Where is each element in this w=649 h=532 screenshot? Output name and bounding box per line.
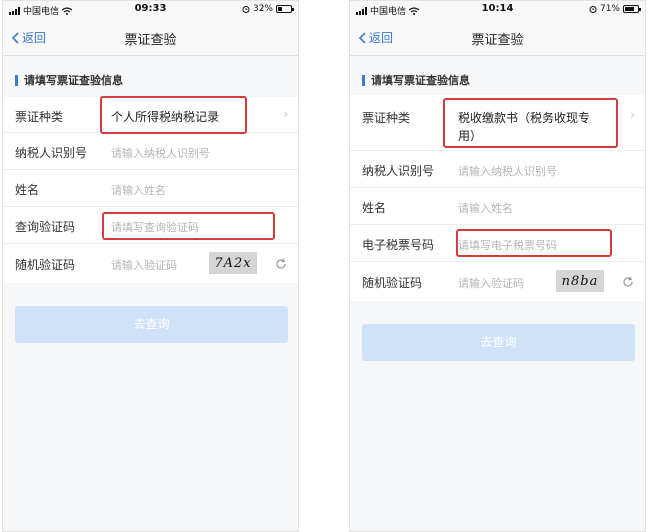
random-code-input[interactable]: 请输入验证码	[111, 257, 177, 273]
highlight-ticket-type	[443, 98, 618, 148]
section-accent-bar	[15, 74, 18, 86]
row-name: 姓名 请输入姓名	[350, 188, 645, 225]
page-title: 票证查验	[124, 33, 177, 48]
random-code-input[interactable]: 请输入验证码	[458, 275, 524, 291]
random-code-label: 随机验证码	[15, 258, 76, 272]
page-title: 票证查验	[471, 33, 524, 48]
refresh-icon[interactable]	[622, 276, 634, 288]
ticket-type-label: 票证种类	[362, 111, 411, 125]
battery-icon	[623, 5, 641, 13]
captcha-image[interactable]: 7A2x	[209, 252, 257, 274]
battery-percent: 71%	[599, 4, 620, 14]
highlight-query-code	[102, 212, 275, 240]
query-code-label: 查询验证码	[15, 220, 76, 234]
alarm-icon	[589, 6, 597, 13]
row-random-code: 随机验证码 请输入验证码 7A2x	[3, 244, 298, 283]
chevron-right-icon: ›	[630, 108, 635, 122]
battery-icon	[276, 5, 294, 13]
section-title-text: 请填写票证查验信息	[371, 74, 470, 87]
battery-percent: 32%	[252, 4, 273, 14]
row-name: 姓名 请输入姓名	[3, 170, 298, 207]
row-random-code: 随机验证码 请输入验证码 n8ba	[350, 262, 645, 301]
phone-screen-right: 中国电信 10:14 71% 返回 票证查验 请填写票证查验信息 票证种类 税收…	[349, 0, 646, 532]
name-label: 姓名	[362, 201, 387, 215]
phone-screen-left: 中国电信 09:33 32% 返回 票证查验 请填写票证查验信息 票证种类 个人…	[2, 0, 299, 532]
name-input[interactable]: 请输入姓名	[111, 182, 166, 198]
refresh-icon[interactable]	[275, 258, 287, 270]
highlight-e-ticket-number	[456, 229, 612, 257]
name-label: 姓名	[15, 183, 40, 197]
name-input[interactable]: 请输入姓名	[458, 200, 513, 216]
taxpayer-id-input[interactable]: 请输入纳税人识别号	[111, 145, 210, 161]
captcha-image[interactable]: n8ba	[556, 270, 604, 292]
query-button[interactable]: 去查询	[362, 324, 635, 361]
query-button[interactable]: 去查询	[15, 306, 288, 343]
alarm-icon	[242, 6, 250, 13]
section-title: 请填写票证查验信息	[362, 72, 470, 88]
highlight-ticket-type	[100, 96, 247, 134]
status-bar: 中国电信 10:14 71%	[350, 1, 645, 19]
taxpayer-id-label: 纳税人识别号	[362, 164, 435, 178]
taxpayer-id-label: 纳税人识别号	[15, 146, 88, 160]
row-taxpayer-id: 纳税人识别号 请输入纳税人识别号	[350, 151, 645, 188]
random-code-label: 随机验证码	[362, 276, 423, 290]
section-title: 请填写票证查验信息	[15, 72, 123, 88]
status-bar: 中国电信 09:33 32%	[3, 1, 298, 19]
row-taxpayer-id: 纳税人识别号 请输入纳税人识别号	[3, 133, 298, 170]
taxpayer-id-input[interactable]: 请输入纳税人识别号	[458, 163, 557, 179]
e-ticket-number-label: 电子税票号码	[362, 238, 435, 252]
chevron-right-icon: ›	[283, 107, 288, 121]
section-accent-bar	[362, 74, 365, 86]
nav-bar: 返回 票证查验	[3, 19, 298, 56]
nav-bar: 返回 票证查验	[350, 19, 645, 56]
section-title-text: 请填写票证查验信息	[24, 74, 123, 87]
ticket-type-label: 票证种类	[15, 110, 64, 124]
